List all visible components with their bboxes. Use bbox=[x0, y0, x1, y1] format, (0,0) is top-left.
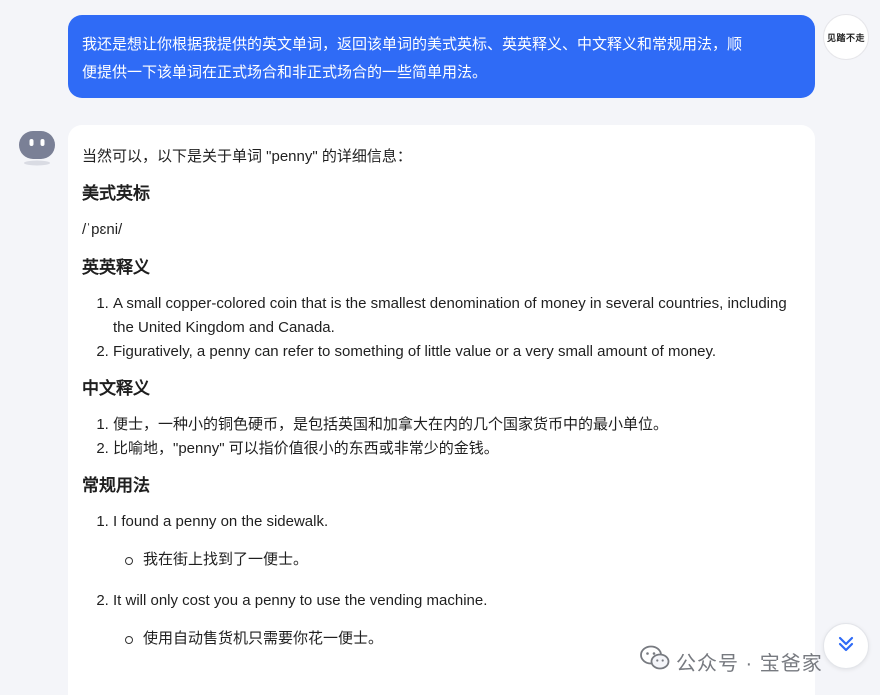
section-heading-chinese-definition: 中文释义 bbox=[82, 379, 150, 398]
user-avatar[interactable]: 见踏不走 bbox=[823, 14, 869, 60]
usage-list: I found a penny on the sidewalk. 我在街上找到了… bbox=[113, 510, 801, 651]
list-item: It will only cost you a penny to use the… bbox=[113, 589, 801, 651]
section-heading-pronunciation: 美式英标 bbox=[82, 184, 150, 203]
pronunciation-ipa: /ˈpɛni/ bbox=[82, 221, 123, 238]
list-item: 便士，一种小的铜色硬币，是包括英国和加拿大在内的几个国家货币中的最小单位。 bbox=[113, 413, 801, 437]
user-avatar-label: 见踏不走 bbox=[826, 32, 865, 43]
reply-intro: 当然可以，以下是关于单词 "penny" 的详细信息： bbox=[82, 148, 412, 165]
usage-example: It will only cost you a penny to use the… bbox=[113, 592, 488, 609]
user-message-line: 便提供一下该单词在正式场合和非正式场合的一些简单用法。 bbox=[82, 64, 488, 81]
usage-example: I found a penny on the sidewalk. bbox=[113, 513, 329, 530]
watermark: 公众号 · 宝爸家 bbox=[640, 645, 823, 677]
watermark-text: 公众号 · 宝爸家 bbox=[676, 652, 823, 675]
bot-avatar-icon bbox=[17, 127, 57, 167]
assistant-reply-card: 当然可以，以下是关于单词 "penny" 的详细信息： 美式英标 /ˈpɛni/… bbox=[68, 125, 815, 695]
section-heading-usage: 常规用法 bbox=[82, 476, 150, 495]
chinese-definition-list: 便士，一种小的铜色硬币，是包括英国和加拿大在内的几个国家货币中的最小单位。 比喻… bbox=[113, 413, 801, 461]
english-definition-list: A small copper-colored coin that is the … bbox=[113, 292, 801, 364]
usage-translation-list: 我在街上找到了一便士。 bbox=[125, 548, 801, 572]
scroll-to-bottom-button[interactable] bbox=[823, 623, 869, 669]
list-item: Figuratively, a penny can refer to somet… bbox=[113, 340, 801, 364]
list-item: I found a penny on the sidewalk. 我在街上找到了… bbox=[113, 510, 801, 572]
user-message-bubble: 我还是想让你根据我提供的英文单词，返回该单词的美式英标、英英释义、中文释义和常规… bbox=[68, 15, 815, 98]
section-heading-english-definition: 英英释义 bbox=[82, 258, 150, 277]
usage-translation: 我在街上找到了一便士。 bbox=[125, 548, 801, 572]
wechat-icon bbox=[640, 645, 670, 677]
list-item: A small copper-colored coin that is the … bbox=[113, 292, 801, 340]
chevron-double-down-icon bbox=[836, 634, 856, 659]
list-item: 比喻地，"penny" 可以指价值很小的东西或非常少的金钱。 bbox=[113, 437, 801, 461]
user-message-row: 我还是想让你根据我提供的英文单词，返回该单词的美式英标、英英释义、中文释义和常规… bbox=[0, 0, 880, 110]
user-message-line: 我还是想让你根据我提供的英文单词，返回该单词的美式英标、英英释义、中文释义和常规… bbox=[82, 36, 743, 53]
